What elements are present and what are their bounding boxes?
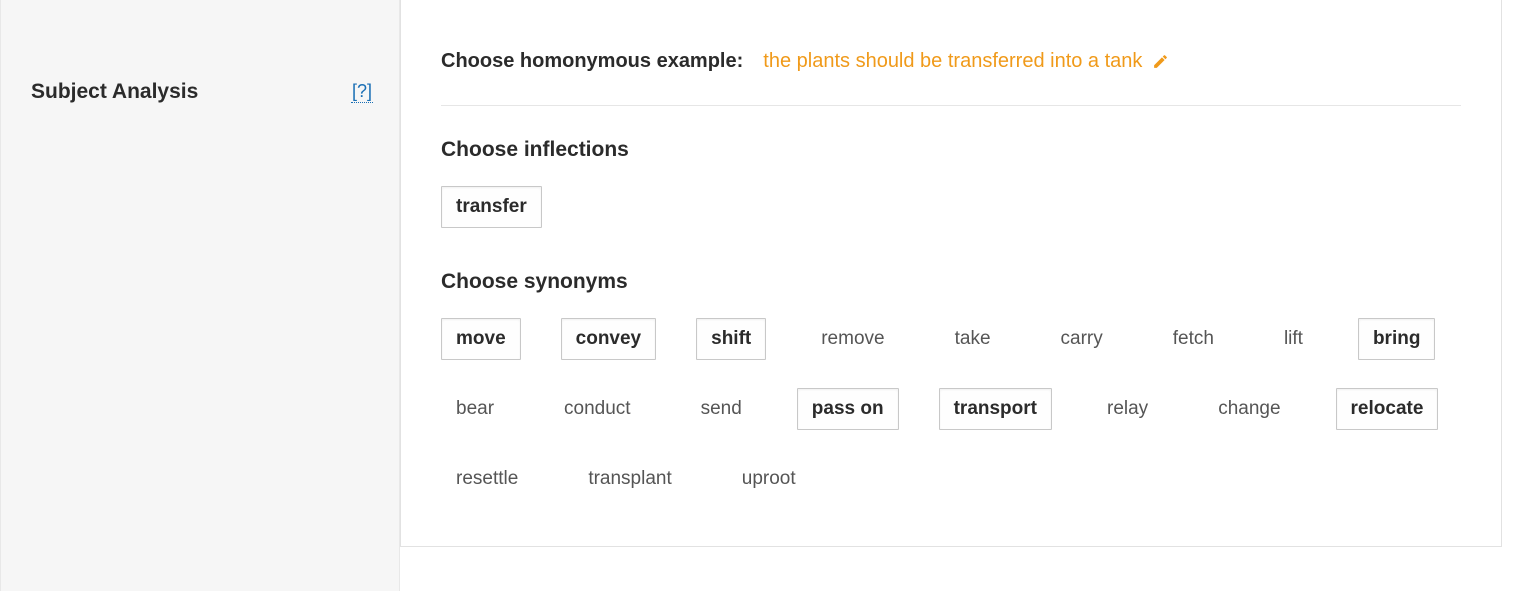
panel-inner: Choose homonymous example: the plants sh… [401, 0, 1501, 506]
sidebar: Subject Analysis [?] [0, 0, 400, 591]
synonym-token-transport[interactable]: transport [939, 388, 1052, 430]
synonyms-heading: Choose synonyms [441, 234, 1461, 318]
sidebar-title: Subject Analysis [31, 80, 198, 104]
example-label: Choose homonymous example: [441, 50, 743, 73]
synonym-token-convey[interactable]: convey [561, 318, 656, 360]
inflections-heading: Choose inflections [441, 106, 1461, 186]
synonym-token-bear[interactable]: bear [441, 388, 509, 430]
synonym-token-relocate[interactable]: relocate [1336, 388, 1439, 430]
inflection-token-transfer[interactable]: transfer [441, 186, 542, 228]
synonym-token-conduct[interactable]: conduct [549, 388, 646, 430]
synonym-token-fetch[interactable]: fetch [1158, 318, 1229, 360]
synonym-token-lift[interactable]: lift [1269, 318, 1318, 360]
synonym-token-send[interactable]: send [686, 388, 757, 430]
sidebar-row: Subject Analysis [?] [1, 0, 399, 104]
synonym-token-take[interactable]: take [940, 318, 1006, 360]
pencil-icon [1152, 53, 1169, 70]
help-link[interactable]: [?] [351, 81, 373, 103]
synonyms-row: moveconveyshiftremovetakecarryfetchliftb… [441, 318, 1461, 506]
synonym-token-transplant[interactable]: transplant [573, 458, 686, 500]
example-row: Choose homonymous example: the plants sh… [441, 30, 1461, 106]
inflections-row: transfer [441, 186, 1461, 234]
panel: Choose homonymous example: the plants sh… [400, 0, 1502, 547]
synonym-token-relay[interactable]: relay [1092, 388, 1163, 430]
example-text: the plants should be transferred into a … [763, 50, 1142, 73]
synonym-token-change[interactable]: change [1203, 388, 1295, 430]
synonym-token-bring[interactable]: bring [1358, 318, 1436, 360]
example-link[interactable]: the plants should be transferred into a … [763, 50, 1169, 73]
synonym-token-move[interactable]: move [441, 318, 521, 360]
synonym-token-remove[interactable]: remove [806, 318, 899, 360]
main-column: Choose homonymous example: the plants sh… [400, 0, 1520, 591]
synonym-token-resettle[interactable]: resettle [441, 458, 533, 500]
synonym-token-pass-on[interactable]: pass on [797, 388, 899, 430]
synonym-token-carry[interactable]: carry [1046, 318, 1118, 360]
synonym-token-shift[interactable]: shift [696, 318, 766, 360]
synonym-token-uproot[interactable]: uproot [727, 458, 811, 500]
layout: Subject Analysis [?] Choose homonymous e… [0, 0, 1520, 591]
